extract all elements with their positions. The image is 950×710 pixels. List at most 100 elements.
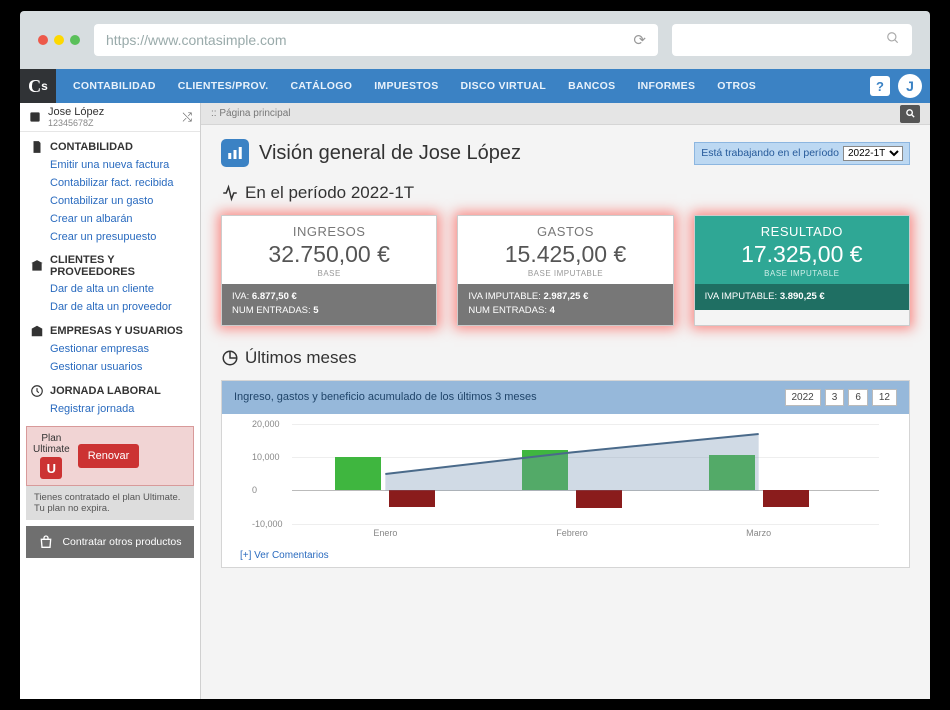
nav-item-cat-logo[interactable]: CATÁLOGO <box>279 69 363 103</box>
plan-label: Plan Ultimate U <box>33 433 70 479</box>
card-iva: 2.987,25 € <box>543 291 588 302</box>
window-min-icon[interactable] <box>54 35 64 45</box>
plan-line2: Ultimate <box>33 444 70 455</box>
card-num-label: NUM ENTRADAS: <box>232 305 311 316</box>
sidebar-link[interactable]: Dar de alta un proveedor <box>20 298 200 316</box>
plan-box: Plan Ultimate U Renovar <box>26 426 194 486</box>
card-title: GASTOS <box>462 224 668 239</box>
period-label: Está trabajando en el período <box>701 147 839 159</box>
avatar[interactable]: J <box>898 74 922 98</box>
period-indicator: Está trabajando en el período 2022-1T <box>694 142 910 165</box>
top-nav: Cs CONTABILIDADCLIENTES/PROV.CATÁLOGOIMP… <box>20 69 930 103</box>
sidebar-section-3: JORNADA LABORAL <box>20 376 200 400</box>
browser-search-input[interactable] <box>672 24 912 56</box>
sidebar-link[interactable]: Dar de alta un cliente <box>20 280 200 298</box>
section-icon <box>30 384 44 398</box>
sidebar-section-0: CONTABILIDAD <box>20 132 200 156</box>
other-products-button[interactable]: Contratar otros productos <box>26 526 194 558</box>
nav-item-contabilidad[interactable]: CONTABILIDAD <box>62 69 167 103</box>
url-input[interactable]: https://www.contasimple.com ⟳ <box>94 24 658 56</box>
app-logo[interactable]: Cs <box>20 69 56 103</box>
nav-item-clientes-prov-[interactable]: CLIENTES/PROV. <box>167 69 280 103</box>
renew-button[interactable]: Renovar <box>78 444 140 468</box>
card-sub: BASE IMPUTABLE <box>699 269 905 278</box>
chart-area: -10,000010,00020,000EneroFebreroMarzo <box>222 414 909 544</box>
nav-item-otros[interactable]: OTROS <box>706 69 767 103</box>
card-sub: BASE IMPUTABLE <box>462 269 668 278</box>
chart-range-button[interactable]: 6 <box>848 389 868 406</box>
breadcrumb: :: Página principal <box>201 103 930 125</box>
card-value: 15.425,00 € <box>462 241 668 268</box>
url-text: https://www.contasimple.com <box>106 32 287 48</box>
dashboard-icon <box>221 139 249 167</box>
window-dots <box>38 35 80 45</box>
card-sub: BASE <box>226 269 432 278</box>
card-ingresos[interactable]: INGRESOS 32.750,00 € BASE IVA: 6.877,50 … <box>221 215 437 326</box>
reload-icon[interactable]: ⟳ <box>633 31 646 49</box>
card-num-label: NUM ENTRADAS: <box>468 305 547 316</box>
sidebar-link[interactable]: Crear un albarán <box>20 210 200 228</box>
main-area: :: Página principal Visión general de Jo… <box>201 103 930 699</box>
other-products-label: Contratar otros productos <box>62 536 181 548</box>
user-badge[interactable]: Jose López 12345678Z ⤭ <box>20 103 200 132</box>
user-id: 12345678Z <box>48 118 104 128</box>
shuffle-icon[interactable]: ⤭ <box>182 110 192 125</box>
chart-title: Ingreso, gastos y beneficio acumulado de… <box>234 391 537 403</box>
sidebar-link[interactable]: Contabilizar un gasto <box>20 192 200 210</box>
sidebar-link[interactable]: Contabilizar fact. recibida <box>20 174 200 192</box>
chart-panel: Ingreso, gastos y beneficio acumulado de… <box>221 380 910 568</box>
period-heading: En el período 2022-1T <box>221 183 910 203</box>
user-name: Jose López <box>48 106 104 118</box>
card-value: 17.325,00 € <box>699 241 905 268</box>
bag-icon <box>38 534 54 550</box>
card-num: 4 <box>550 305 555 316</box>
card-resultado[interactable]: RESULTADO 17.325,00 € BASE IMPUTABLE IVA… <box>694 215 910 326</box>
nav-item-disco-virtual[interactable]: DISCO VIRTUAL <box>450 69 558 103</box>
sidebar-link[interactable]: Emitir una nueva factura <box>20 156 200 174</box>
months-heading-text: Últimos meses <box>245 348 356 368</box>
card-title: RESULTADO <box>699 224 905 239</box>
chart-area-line <box>222 414 909 544</box>
sidebar-section-2: EMPRESAS Y USUARIOS <box>20 316 200 340</box>
months-heading: Últimos meses <box>221 348 910 368</box>
nav-item-informes[interactable]: INFORMES <box>626 69 706 103</box>
period-select[interactable]: 2022-1T <box>843 146 903 161</box>
card-iva-label: IVA: <box>232 291 249 302</box>
card-iva: 6.877,50 € <box>252 291 297 302</box>
summary-cards: INGRESOS 32.750,00 € BASE IVA: 6.877,50 … <box>221 215 910 326</box>
card-iva-label: IVA IMPUTABLE: <box>468 291 541 302</box>
plan-description: Tienes contratado el plan Ultimate. Tu p… <box>26 486 194 520</box>
window-close-icon[interactable] <box>38 35 48 45</box>
browser-chrome: https://www.contasimple.com ⟳ <box>20 11 930 69</box>
card-title: INGRESOS <box>226 224 432 239</box>
help-icon[interactable]: ? <box>870 76 890 96</box>
page-title-prefix: Visión general de <box>259 142 419 164</box>
sidebar-link[interactable]: Registrar jornada <box>20 400 200 418</box>
pulse-icon <box>221 184 239 202</box>
chart-range-button[interactable]: 12 <box>872 389 897 406</box>
card-gastos[interactable]: GASTOS 15.425,00 € BASE IMPUTABLE IVA IM… <box>457 215 673 326</box>
user-icon <box>28 110 42 124</box>
section-icon <box>30 324 44 338</box>
app-window: Cs CONTABILIDADCLIENTES/PROV.CATÁLOGOIMP… <box>20 69 930 699</box>
breadcrumb-text: :: Página principal <box>211 108 291 119</box>
search-icon <box>905 108 916 119</box>
chart-range-buttons: 20223612 <box>785 389 898 406</box>
period-heading-text: En el período 2022-1T <box>245 183 414 203</box>
nav-item-bancos[interactable]: BANCOS <box>557 69 626 103</box>
plan-u-badge-icon: U <box>40 457 62 479</box>
card-iva: 3.890,25 € <box>780 291 825 302</box>
sidebar-section-1: CLIENTES Y PROVEEDORES <box>20 246 200 280</box>
sidebar-link[interactable]: Gestionar usuarios <box>20 358 200 376</box>
nav-item-impuestos[interactable]: IMPUESTOS <box>363 69 449 103</box>
sidebar-link[interactable]: Gestionar empresas <box>20 340 200 358</box>
search-icon <box>886 31 900 49</box>
window-max-icon[interactable] <box>70 35 80 45</box>
chart-range-button[interactable]: 3 <box>825 389 845 406</box>
sidebar-link[interactable]: Crear un presupuesto <box>20 228 200 246</box>
plan-line1: Plan <box>33 433 70 444</box>
nav-items: CONTABILIDADCLIENTES/PROV.CATÁLOGOIMPUES… <box>62 69 870 103</box>
chart-range-button[interactable]: 2022 <box>785 389 821 406</box>
comments-link[interactable]: [+] Ver Comentarios <box>222 544 909 567</box>
page-search-button[interactable] <box>900 105 920 123</box>
